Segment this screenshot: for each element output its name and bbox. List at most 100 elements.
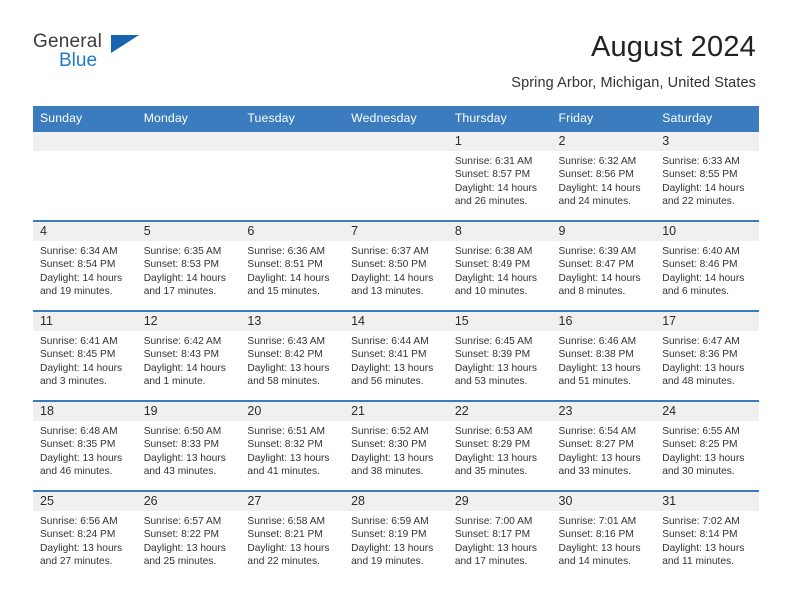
sunrise-text: Sunrise: 6:36 AM [247,246,325,257]
daylight-text-line2: and 3 minutes. [40,375,107,387]
calendar-day-cell[interactable]: 7 Sunrise: 6:37 AM Sunset: 8:50 PM Daylight… [344,220,448,311]
calendar-day-cell[interactable]: 9 Sunrise: 6:39 AM Sunset: 8:47 PM Daylight… [551,220,656,311]
day-sun-info: Sunrise: 6:40 AM Sunset: 8:46 PM Daylight:… [655,241,759,298]
sunrise-text: Sunrise: 6:51 AM [247,426,325,437]
day-number: 21 [344,402,448,421]
daylight-text-line2: and 46 minutes. [40,465,113,477]
day-number: 20 [240,402,345,421]
weekday-header-sunday: Sunday [33,106,137,131]
calendar-day-cell[interactable]: 1 Sunrise: 6:31 AM Sunset: 8:57 PM Daylight… [447,130,552,221]
day-number: 10 [655,222,759,241]
day-number: 29 [447,492,552,511]
calendar-day-cell[interactable]: 29 Sunrise: 7:00 AM Sunset: 8:17 PM Dayligh… [447,490,552,581]
daylight-text-line1: Daylight: 13 hours [454,362,537,374]
daylight-text-line2: and 24 minutes. [558,195,632,207]
calendar-day-cell[interactable]: 25 Sunrise: 6:56 AM Sunset: 8:24 PM Dayligh… [33,490,137,581]
calendar-day-cell[interactable]: 31 Sunrise: 7:02 AM Sunset: 8:14 PM Dayligh… [655,490,759,581]
daylight-text-line2: and 19 minutes. [351,555,424,567]
calendar-day-cell[interactable]: 14 Sunrise: 6:44 AM Sunset: 8:41 PM Dayligh… [344,310,448,401]
daylight-text-line2: and 22 minutes. [662,195,735,207]
sunrise-text: Sunrise: 6:47 AM [662,336,740,347]
day-number: 24 [655,402,759,421]
calendar-day-cell[interactable]: 8 Sunrise: 6:38 AM Sunset: 8:49 PM Daylight… [447,220,552,311]
daylight-text-line2: and 33 minutes. [558,465,632,477]
sunset-text: Sunset: 8:47 PM [558,259,634,271]
weekday-header-thursday: Thursday [447,106,552,131]
daylight-text-line1: Daylight: 14 hours [454,272,537,284]
sunset-text: Sunset: 8:33 PM [143,439,220,451]
day-number [136,132,241,151]
calendar-day-cell[interactable]: 16 Sunrise: 6:46 AM Sunset: 8:38 PM Dayligh… [551,310,656,401]
page-subtitle: Spring Arbor, Michigan, United States [511,75,756,91]
day-number: 22 [447,402,552,421]
sunrise-text: Sunrise: 7:02 AM [662,516,740,527]
daylight-text-line1: Daylight: 13 hours [558,542,641,554]
day-sun-info: Sunrise: 6:36 AM Sunset: 8:51 PM Daylight:… [240,241,344,298]
calendar-day-cell[interactable]: 18 Sunrise: 6:48 AM Sunset: 8:35 PM Dayligh… [33,400,137,491]
calendar-day-cell[interactable]: 17 Sunrise: 6:47 AM Sunset: 8:36 PM Dayligh… [655,310,759,401]
daylight-text-line2: and 48 minutes. [662,375,735,387]
calendar-day-cell[interactable]: 23 Sunrise: 6:54 AM Sunset: 8:27 PM Dayligh… [551,400,656,491]
daylight-text-line2: and 15 minutes. [247,285,320,297]
daylight-text-line1: Daylight: 13 hours [351,542,434,554]
calendar-day-cell[interactable]: 27 Sunrise: 6:58 AM Sunset: 8:21 PM Dayligh… [240,490,345,581]
daylight-text-line2: and 30 minutes. [662,465,735,477]
calendar-day-cell[interactable]: 22 Sunrise: 6:53 AM Sunset: 8:29 PM Dayligh… [447,400,552,491]
calendar-day-cell[interactable]: 3 Sunrise: 6:33 AM Sunset: 8:55 PM Daylight… [655,130,759,221]
weekday-header-tuesday: Tuesday [240,106,345,131]
logo[interactable]: General Blue [33,28,153,84]
calendar-day-cell[interactable]: 2 Sunrise: 6:32 AM Sunset: 8:56 PM Daylight… [551,130,656,221]
sunset-text: Sunset: 8:32 PM [247,439,323,451]
daylight-text-line1: Daylight: 13 hours [143,452,226,464]
calendar-day-cell[interactable]: 11 Sunrise: 6:41 AM Sunset: 8:45 PM Dayligh… [33,310,137,401]
day-sun-info: Sunrise: 6:53 AM Sunset: 8:29 PM Daylight:… [448,421,552,478]
day-number: 23 [551,402,656,421]
day-sun-info: Sunrise: 6:32 AM Sunset: 8:56 PM Daylight:… [552,151,656,208]
logo-triangle-icon [111,35,139,53]
sunset-text: Sunset: 8:55 PM [662,169,738,181]
calendar-day-cell[interactable]: 20 Sunrise: 6:51 AM Sunset: 8:32 PM Dayligh… [240,400,345,491]
day-number [240,132,345,151]
day-number: 11 [33,312,137,331]
calendar-day-cell[interactable]: 30 Sunrise: 7:01 AM Sunset: 8:16 PM Dayligh… [551,490,656,581]
daylight-text-line1: Daylight: 13 hours [143,542,226,554]
day-sun-info: Sunrise: 6:31 AM Sunset: 8:57 PM Daylight:… [448,151,552,208]
sunrise-text: Sunrise: 6:50 AM [143,426,222,437]
calendar-day-cell[interactable]: 26 Sunrise: 6:57 AM Sunset: 8:22 PM Dayligh… [136,490,241,581]
day-number: 1 [447,132,552,151]
calendar-day-cell[interactable]: 28 Sunrise: 6:59 AM Sunset: 8:19 PM Dayligh… [344,490,448,581]
day-sun-info: Sunrise: 7:00 AM Sunset: 8:17 PM Daylight:… [448,511,552,568]
calendar-day-cell[interactable]: 21 Sunrise: 6:52 AM Sunset: 8:30 PM Dayligh… [344,400,448,491]
daylight-text-line1: Daylight: 13 hours [247,452,330,464]
daylight-text-line2: and 17 minutes. [143,285,217,297]
day-number: 14 [344,312,448,331]
daylight-text-line2: and 58 minutes. [247,375,320,387]
day-sun-info: Sunrise: 7:01 AM Sunset: 8:16 PM Daylight:… [552,511,656,568]
daylight-text-line1: Daylight: 14 hours [143,272,226,284]
calendar-day-cell[interactable]: 12 Sunrise: 6:42 AM Sunset: 8:43 PM Dayligh… [136,310,241,401]
calendar-day-cell[interactable]: 4 Sunrise: 6:34 AM Sunset: 8:54 PM Daylight… [33,220,137,311]
calendar-day-cell[interactable]: 13 Sunrise: 6:43 AM Sunset: 8:42 PM Dayligh… [240,310,345,401]
daylight-text-line2: and 56 minutes. [351,375,424,387]
daylight-text-line2: and 11 minutes. [662,555,734,567]
day-number: 26 [136,492,241,511]
calendar-day-cell[interactable]: 6 Sunrise: 6:36 AM Sunset: 8:51 PM Daylight… [240,220,345,311]
sunset-text: Sunset: 8:56 PM [558,169,634,181]
day-sun-info: Sunrise: 6:55 AM Sunset: 8:25 PM Daylight:… [655,421,759,478]
day-sun-info: Sunrise: 6:59 AM Sunset: 8:19 PM Daylight:… [344,511,448,568]
calendar-day-cell[interactable]: 5 Sunrise: 6:35 AM Sunset: 8:53 PM Daylight… [136,220,241,311]
title-block: August 2024 Spring Arbor, Michigan, Unit… [511,28,756,93]
calendar-day-cell[interactable]: 24 Sunrise: 6:55 AM Sunset: 8:25 PM Dayligh… [655,400,759,491]
day-sun-info: Sunrise: 6:48 AM Sunset: 8:35 PM Daylight:… [33,421,137,478]
daylight-text-line1: Daylight: 13 hours [454,452,537,464]
calendar-day-cell[interactable]: 15 Sunrise: 6:45 AM Sunset: 8:39 PM Dayligh… [447,310,552,401]
sunset-text: Sunset: 8:41 PM [351,349,427,361]
calendar-day-cell[interactable]: 10 Sunrise: 6:40 AM Sunset: 8:46 PM Dayligh… [655,220,759,311]
calendar-day-cell[interactable]: 19 Sunrise: 6:50 AM Sunset: 8:33 PM Dayligh… [136,400,241,491]
day-sun-info: Sunrise: 6:33 AM Sunset: 8:55 PM Daylight:… [655,151,759,208]
sunrise-text: Sunrise: 6:58 AM [247,516,325,527]
day-sun-info: Sunrise: 6:58 AM Sunset: 8:21 PM Daylight:… [240,511,344,568]
day-sun-info: Sunrise: 6:42 AM Sunset: 8:43 PM Daylight:… [137,331,241,388]
sunrise-text: Sunrise: 6:55 AM [662,426,740,437]
calendar-week-row: 1 Sunrise: 6:31 AM Sunset: 8:57 PM Daylight… [33,130,759,221]
